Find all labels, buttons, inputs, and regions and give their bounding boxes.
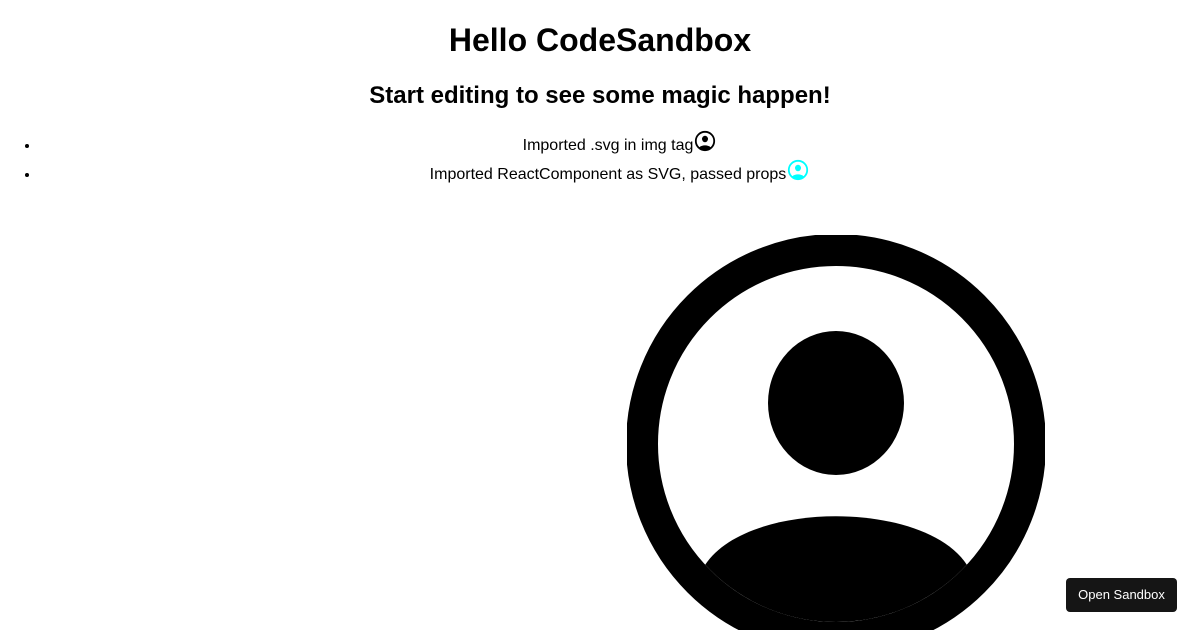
- user-circle-icon: [695, 130, 716, 152]
- app-root: Hello CodeSandbox Start editing to see s…: [0, 0, 1200, 630]
- user-circle-icon: [627, 235, 1045, 630]
- feature-list: Imported .svg in img tag Imported ReactC…: [0, 130, 1200, 189]
- page-title: Hello CodeSandbox: [448, 22, 752, 58]
- page-subtitle: Start editing to see some magic happen!: [369, 82, 831, 109]
- list-item: Imported .svg in img tag: [40, 130, 1200, 160]
- list-item-label: Imported .svg in img tag: [522, 137, 694, 154]
- list-item-label: Imported ReactComponent as SVG, passed p…: [429, 166, 787, 183]
- user-circle-icon: [788, 159, 809, 181]
- list-item: Imported ReactComponent as SVG, passed p…: [40, 159, 1200, 189]
- open-sandbox-button[interactable]: Open Sandbox: [1066, 578, 1177, 612]
